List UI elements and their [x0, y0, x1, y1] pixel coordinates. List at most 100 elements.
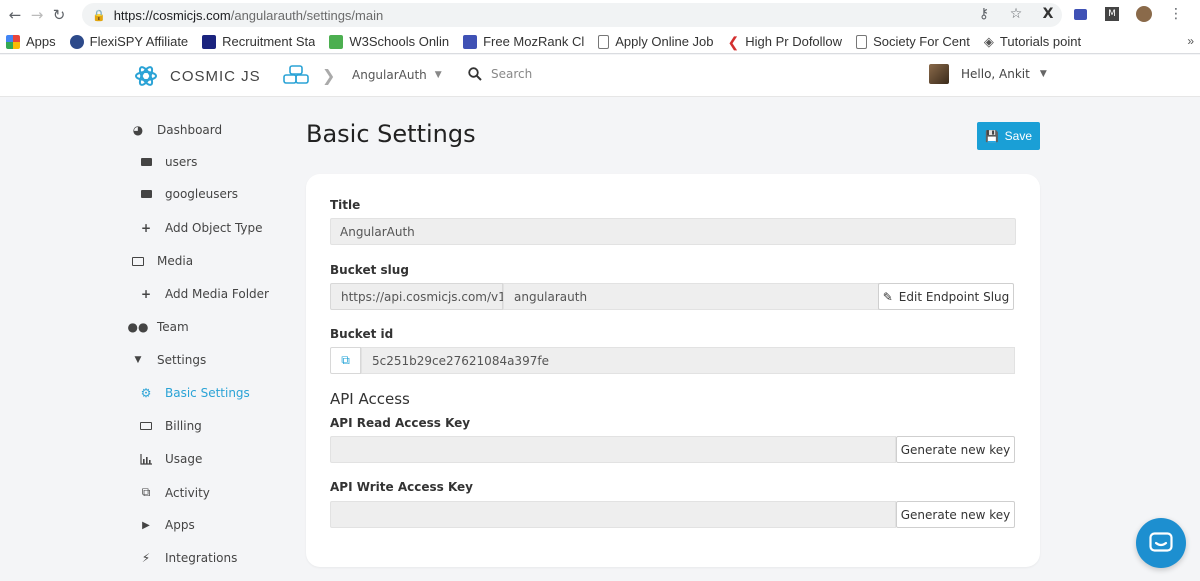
bucket-stack-icon[interactable]: [283, 65, 309, 89]
play-icon: ▶: [142, 519, 150, 531]
users-icon: ●●: [127, 320, 149, 334]
caret-down-icon: ▼: [1039, 69, 1047, 79]
api-write-key-field[interactable]: [330, 501, 896, 528]
menu-icon[interactable]: ⋮: [1166, 4, 1186, 24]
slug-prefix: https://api.cosmicjs.com/v1/: [330, 283, 510, 310]
bucket-name-label: AngularAuth: [352, 68, 427, 82]
cosmic-logo[interactable]: COSMIC JS: [134, 64, 261, 88]
sidebar-item-billing[interactable]: Billing: [138, 419, 202, 433]
sidebar-item-basic-settings[interactable]: ⚙ Basic Settings: [138, 386, 250, 400]
tutorials-diamond-icon: ◈: [983, 33, 994, 49]
save-button-label: Save: [1004, 129, 1033, 143]
bookmark-favicon-icon: [329, 34, 344, 49]
sidebar-item-googleusers[interactable]: googleusers: [138, 187, 238, 201]
star-icon[interactable]: ☆: [1006, 4, 1026, 24]
generate-read-key-button[interactable]: Generate new key: [896, 436, 1015, 463]
bookmark-item[interactable]: ◈ Tutorials point: [984, 34, 1081, 49]
sidebar-item-add-media-folder[interactable]: + Add Media Folder: [138, 287, 269, 301]
edit-icon: ✎: [882, 289, 893, 304]
dashboard-icon: ◕: [132, 123, 144, 137]
bucket-slug-field[interactable]: angularauth: [503, 283, 879, 310]
url-path: /angularauth/settings/main: [230, 7, 384, 23]
avatar: [929, 64, 949, 84]
chat-launcher-button[interactable]: [1136, 518, 1186, 568]
sidebar-item-settings[interactable]: ▼ Settings: [130, 353, 207, 367]
bookmark-favicon-icon: [202, 34, 217, 49]
extension-x-icon[interactable]: X: [1038, 4, 1058, 24]
page-title: Basic Settings: [306, 120, 476, 148]
plus-icon: +: [140, 221, 152, 235]
bookmark-apps[interactable]: Apps: [6, 34, 56, 49]
generate-write-key-button[interactable]: Generate new key: [896, 501, 1015, 528]
bucket-id-label: Bucket id: [330, 327, 394, 341]
extension-m-icon[interactable]: M: [1102, 4, 1122, 24]
greeting-text: Hello, Ankit: [961, 67, 1030, 81]
cosmic-atom-icon: [135, 66, 157, 86]
plus-icon: +: [140, 287, 152, 301]
bookmark-favicon-icon: [69, 34, 84, 49]
gear-icon: ⚙: [140, 386, 152, 400]
key-icon[interactable]: ⚷: [974, 4, 994, 24]
money-icon: [138, 422, 154, 430]
plug-icon: ⚡: [141, 551, 151, 565]
bucket-selector[interactable]: AngularAuth ▼: [352, 68, 442, 82]
sidebar-item-apps[interactable]: ▶ Apps: [138, 518, 195, 532]
reload-icon[interactable]: ↻: [48, 4, 70, 26]
sidebar-item-team[interactable]: ●● Team: [127, 320, 189, 334]
extension-blue-icon[interactable]: [1070, 4, 1090, 24]
app-header: COSMIC JS ❯ AngularAuth ▼ Search Hello, …: [0, 55, 1200, 97]
search-placeholder: Search: [491, 67, 533, 81]
settings-card: Title AngularAuth Bucket slug https://ap…: [306, 174, 1040, 567]
sidebar-item-dashboard[interactable]: ◕ Dashboard: [130, 123, 222, 137]
search-field[interactable]: Search: [468, 67, 532, 81]
profile-avatar-icon[interactable]: [1134, 4, 1154, 24]
copy-icon: ⧉: [341, 353, 350, 367]
caret-down-icon: ▼: [134, 355, 142, 365]
bookmark-favicon-icon: ❮: [727, 33, 740, 50]
copy-icon: ⧉: [141, 485, 151, 499]
api-write-key-label: API Write Access Key: [330, 480, 473, 494]
bookmarks-overflow-icon[interactable]: »: [1187, 34, 1194, 48]
edit-endpoint-slug-button[interactable]: ✎ Edit Endpoint Slug: [878, 283, 1014, 310]
bookmark-item[interactable]: Free MozRank Cl: [463, 34, 584, 49]
sidebar-item-usage[interactable]: Usage: [138, 452, 202, 466]
lock-icon: 🔒: [92, 8, 106, 22]
forward-icon[interactable]: →: [26, 4, 48, 26]
folder-icon: [138, 158, 154, 166]
chevron-right-icon: ❯: [322, 66, 336, 85]
back-icon[interactable]: ←: [4, 4, 26, 26]
floppy-disk-icon: 💾: [984, 130, 999, 143]
bookmark-item[interactable]: Apply Online Job: [598, 34, 714, 49]
url-field[interactable]: 🔒 https://cosmicjs.com/angularauth/setti…: [82, 3, 1062, 27]
title-field[interactable]: AngularAuth: [330, 218, 1016, 245]
bookmark-item[interactable]: ❮ High Pr Dofollow: [728, 34, 843, 49]
bookmark-item[interactable]: W3Schools Onlin: [329, 34, 449, 49]
sidebar-item-activity[interactable]: ⧉ Activity: [138, 485, 210, 500]
copy-bucket-id-button[interactable]: ⧉: [330, 347, 361, 374]
user-menu[interactable]: Hello, Ankit ▼: [929, 64, 1047, 84]
image-icon: [130, 256, 146, 266]
bookmark-favicon-icon: [463, 34, 478, 49]
bookmark-item[interactable]: Society For Cent: [856, 34, 970, 49]
bookmarks-bar: Apps FlexiSPY Affiliate Recruitment Sta …: [0, 30, 1200, 54]
sidebar-item-media[interactable]: Media: [130, 254, 193, 268]
url-text: https://cosmicjs.com/angularauth/setting…: [114, 8, 384, 23]
sidebar-item-users[interactable]: users: [138, 155, 197, 169]
sidebar-item-integrations[interactable]: ⚡ Integrations: [138, 551, 238, 565]
bucket-slug-label: Bucket slug: [330, 263, 409, 277]
page-icon: [856, 34, 868, 49]
api-access-heading: API Access: [330, 390, 410, 408]
page-icon: [598, 34, 610, 49]
bucket-id-field[interactable]: 5c251b29ce27621084a397fe: [361, 347, 1015, 374]
bookmark-item[interactable]: Recruitment Sta: [202, 34, 315, 49]
api-read-key-field[interactable]: [330, 436, 896, 463]
caret-down-icon: ▼: [434, 70, 442, 80]
bookmark-item[interactable]: FlexiSPY Affiliate: [69, 34, 188, 49]
url-host: https://cosmicjs.com: [113, 7, 231, 23]
save-button[interactable]: 💾 Save: [977, 122, 1040, 150]
edit-endpoint-slug-label: Edit Endpoint Slug: [898, 289, 1010, 304]
sidebar-item-add-object-type[interactable]: + Add Object Type: [138, 221, 263, 235]
title-label: Title: [330, 198, 361, 212]
folder-icon: [138, 190, 154, 198]
apps-grid-icon: [6, 34, 20, 49]
